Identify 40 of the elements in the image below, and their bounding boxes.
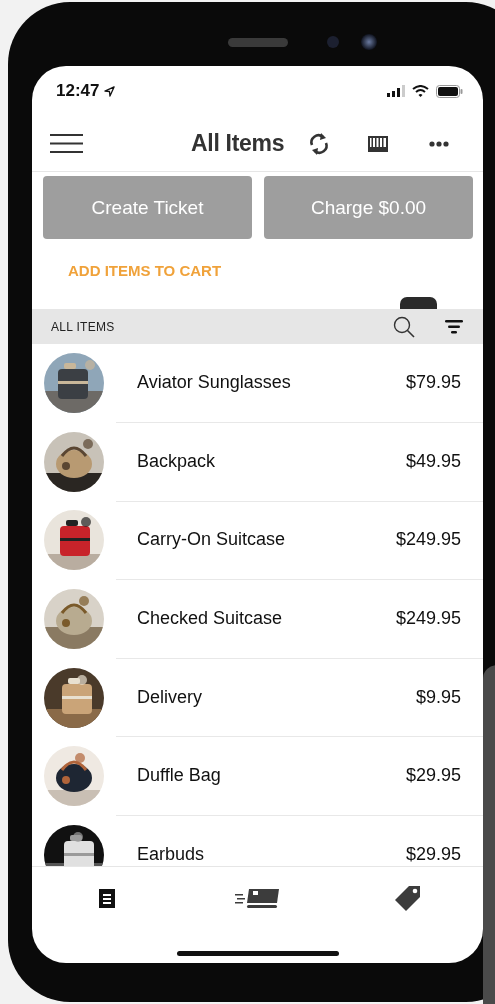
sync-icon[interactable] bbox=[308, 130, 331, 157]
item-price: $29.95 bbox=[405, 843, 461, 865]
barcode-icon[interactable] bbox=[368, 135, 389, 152]
item-row[interactable]: Duffle Bag $29.95 bbox=[32, 736, 483, 816]
item-price: $79.95 bbox=[405, 372, 461, 394]
item-price: $29.95 bbox=[405, 765, 461, 787]
signal-icon bbox=[387, 85, 405, 97]
screen-title: All Items bbox=[191, 130, 285, 157]
receipt-icon[interactable] bbox=[98, 887, 117, 909]
speaker-grille bbox=[228, 37, 288, 47]
location-arrow-icon bbox=[104, 85, 116, 97]
tag-icon[interactable] bbox=[394, 884, 422, 912]
item-name: Delivery bbox=[137, 686, 203, 708]
search-icon[interactable] bbox=[393, 315, 415, 338]
more-icon[interactable] bbox=[429, 140, 450, 147]
menu-icon[interactable] bbox=[50, 134, 83, 153]
item-row[interactable]: Checked Suitcase $249.95 bbox=[32, 579, 483, 659]
item-name: Carry-On Suitcase bbox=[137, 529, 287, 551]
filter-icon[interactable] bbox=[445, 319, 463, 334]
item-row[interactable]: Delivery $9.95 bbox=[32, 658, 483, 737]
section-title: ALL ITEMS bbox=[51, 319, 115, 334]
item-name: Checked Suitcase bbox=[137, 608, 284, 630]
credit-card-icon[interactable] bbox=[235, 887, 280, 909]
item-name: Aviator Sunglasses bbox=[137, 372, 292, 394]
item-price: $9.95 bbox=[415, 686, 461, 708]
camera-lens bbox=[361, 34, 377, 50]
wifi-icon bbox=[412, 85, 429, 97]
item-row[interactable]: Carry-On Suitcase $249.95 bbox=[32, 501, 483, 580]
item-name: Duffle Bag bbox=[137, 765, 222, 787]
item-row[interactable]: Backpack $49.95 bbox=[32, 422, 483, 502]
item-price: $249.95 bbox=[395, 608, 461, 630]
sensor-dot bbox=[327, 36, 339, 48]
item-price: $49.95 bbox=[405, 450, 461, 472]
handle-tab[interactable] bbox=[400, 297, 437, 309]
item-name: Backpack bbox=[137, 450, 217, 472]
status-time: 12:47 bbox=[56, 81, 100, 101]
item-price: $249.95 bbox=[395, 529, 461, 551]
item-row[interactable]: Aviator Sunglasses $79.95 bbox=[32, 344, 483, 423]
item-name: Earbuds bbox=[137, 843, 206, 865]
battery-icon bbox=[436, 84, 463, 98]
